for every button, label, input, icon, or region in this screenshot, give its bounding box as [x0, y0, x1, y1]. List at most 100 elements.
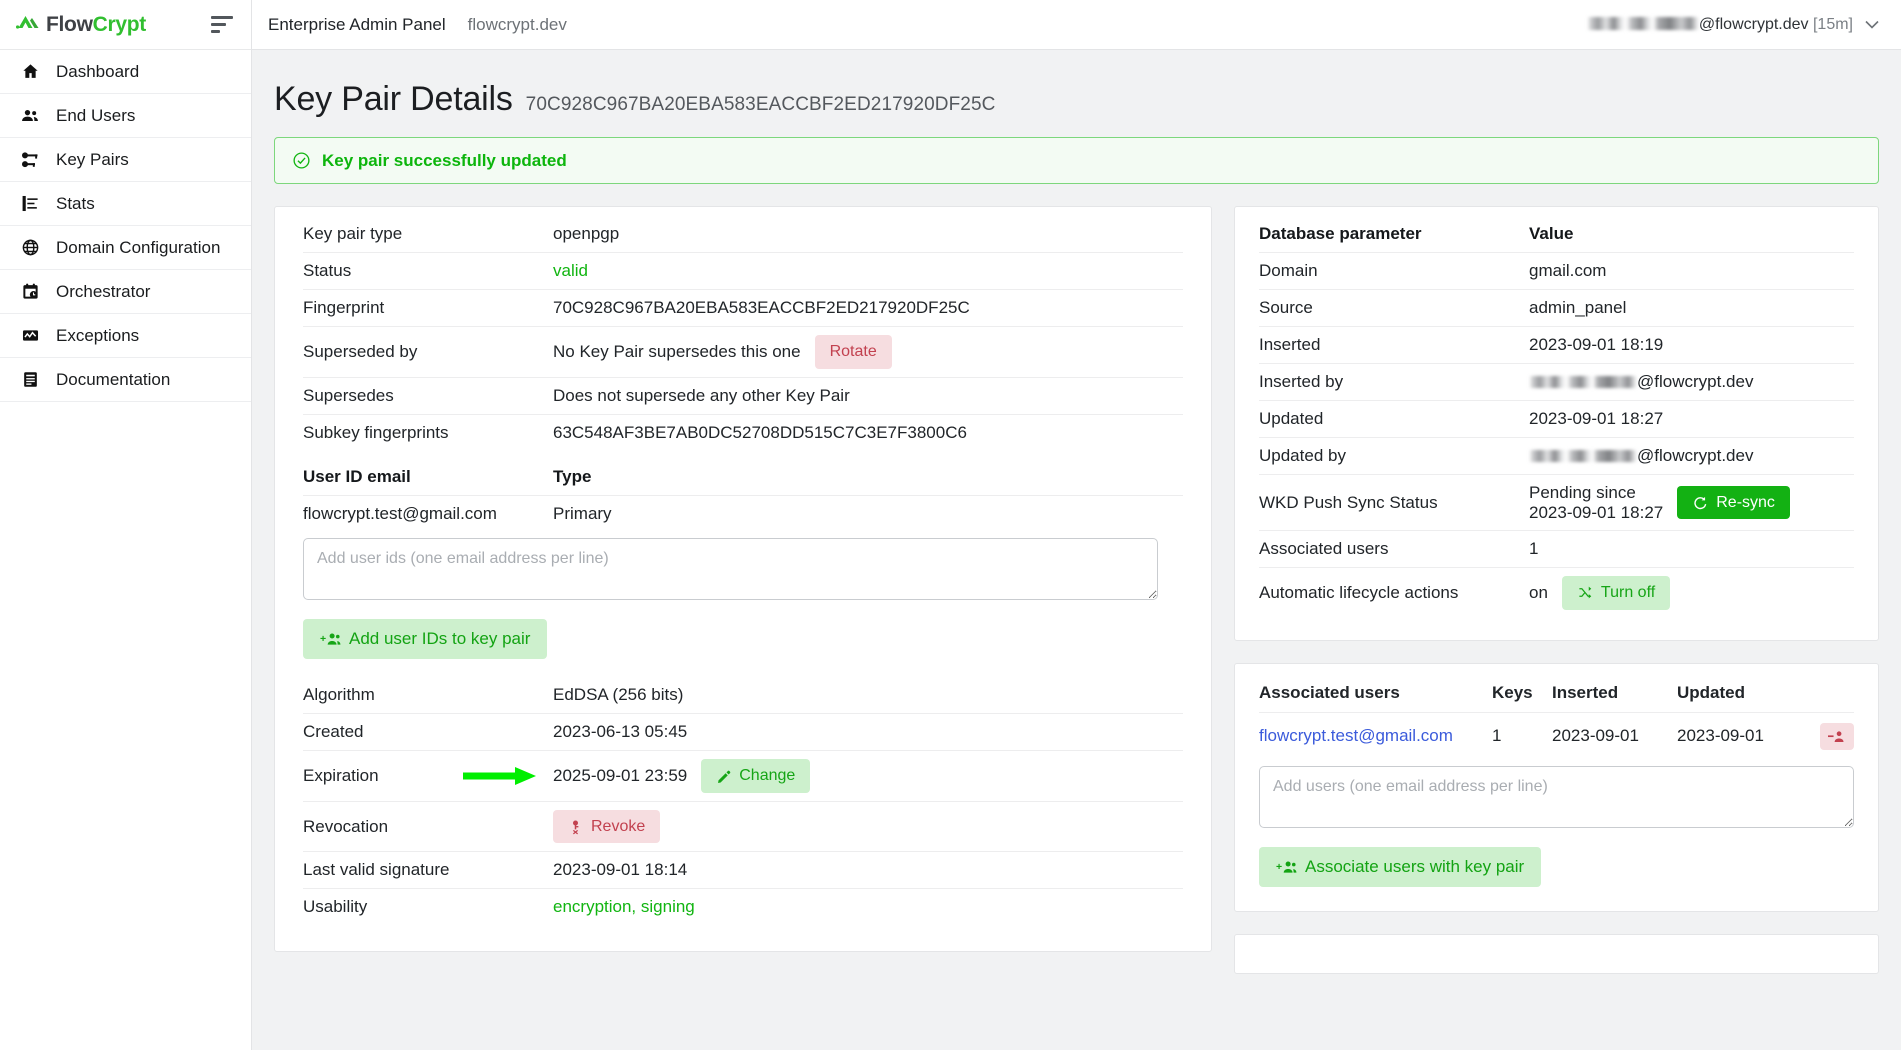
- app-title: Enterprise Admin Panel: [268, 14, 446, 34]
- database-header-row: Database parameter Value: [1259, 216, 1854, 253]
- sidebar-item-label: Dashboard: [56, 61, 140, 81]
- label-superseded-by: Superseded by: [303, 341, 418, 361]
- flowcrypt-logo[interactable]: FlowCrypt: [16, 13, 146, 37]
- associated-users-header-row: Associated users Keys Inserted Updated: [1259, 672, 1854, 713]
- label-associated-users-count: Associated users: [1259, 539, 1389, 559]
- label-revocation: Revocation: [303, 816, 389, 836]
- header-database-parameter: Database parameter: [1259, 216, 1529, 253]
- chevron-down-icon[interactable]: [1865, 17, 1879, 32]
- value-subkey-fingerprints: 63C548AF3BE7AB0DC52708DD515C7C3E7F3800C6: [553, 422, 967, 442]
- value-wkd-cell: Pending since 2023-09-01 18:27 Re-sync: [1529, 475, 1854, 531]
- expiration-inline: 2025-09-01 23:59 Change: [553, 759, 1183, 793]
- burger-line-2: [211, 23, 226, 26]
- remove-user-button[interactable]: [1820, 722, 1854, 750]
- user-menu[interactable]: @flowcrypt.dev [15m]: [1586, 16, 1879, 34]
- sidebar-item-end-users[interactable]: End Users: [0, 94, 251, 138]
- add-user-ids-textarea[interactable]: [303, 537, 1158, 600]
- associated-users-card: Associated users Keys Inserted Updated f…: [1234, 662, 1879, 913]
- label-fingerprint: Fingerprint: [303, 298, 385, 317]
- lifecycle-inline: on Turn off: [1529, 576, 1854, 610]
- sidebar-item-orchestrator[interactable]: Orchestrator: [0, 270, 251, 314]
- success-alert: Key pair successfully updated: [274, 137, 1879, 184]
- row-revocation: Revocation Revoke: [303, 801, 1183, 852]
- sidebar-item-domain-configuration[interactable]: Domain Configuration: [0, 226, 251, 270]
- logo-flow-text: Flow: [46, 12, 93, 36]
- associated-user-keys: 1: [1492, 726, 1502, 746]
- turn-off-lifecycle-label: Turn off: [1600, 584, 1656, 602]
- user-id-type: Primary: [553, 503, 612, 523]
- sidebar-item-label: Exceptions: [56, 325, 140, 345]
- burger-line-3: [211, 30, 220, 33]
- flowcrypt-mark-icon: [16, 14, 42, 36]
- remove-user-icon: [1828, 729, 1846, 744]
- sidebar-item-stats[interactable]: Stats: [0, 182, 251, 226]
- value-lifecycle: on: [1529, 582, 1548, 602]
- user-id-row: flowcrypt.test@gmail.com Primary: [303, 495, 1183, 532]
- row-inserted-by: Inserted by @flowcrypt.dev: [1259, 364, 1854, 401]
- value-superseded-by: No Key Pair supersedes this one: [553, 341, 801, 361]
- burger-line-1: [211, 16, 233, 19]
- associate-users-button[interactable]: + Associate users with key pair: [1259, 846, 1542, 888]
- user-identity: @flowcrypt.dev [15m]: [1586, 16, 1853, 34]
- label-algorithm: Algorithm: [303, 685, 375, 705]
- page-header: Key Pair Details 70C928C967BA20EBA583EAC…: [274, 50, 1879, 137]
- add-user-ids-textarea-wrap: [303, 532, 1158, 605]
- bottom-placeholder-card: [1234, 934, 1879, 975]
- document-icon: [20, 370, 40, 390]
- revoke-button[interactable]: Revoke: [553, 809, 661, 844]
- page-title: Key Pair Details: [274, 80, 513, 118]
- user-ids-header-row: User ID email Type: [303, 458, 1183, 496]
- label-domain: Domain: [1259, 261, 1318, 280]
- value-superseded-by-cell: No Key Pair supersedes this one Rotate: [553, 327, 1183, 378]
- re-sync-button[interactable]: Re-sync: [1677, 485, 1790, 520]
- value-usability: encryption, signing: [553, 897, 695, 917]
- change-expiration-button[interactable]: Change: [701, 759, 811, 793]
- row-updated: Updated 2023-09-01 18:27: [1259, 401, 1854, 438]
- redacted-updated-by-user: [1529, 450, 1637, 462]
- row-algorithm: Algorithm EdDSA (256 bits): [303, 677, 1183, 714]
- value-fingerprint: 70C928C967BA20EBA583EACCBF2ED217920DF25C: [553, 298, 970, 317]
- superseded-by-inline: No Key Pair supersedes this one Rotate: [553, 335, 1183, 369]
- main-area: Enterprise Admin Panel flowcrypt.dev @fl…: [252, 0, 1901, 1050]
- header-associated-users: Associated users: [1259, 672, 1492, 713]
- associated-user-action-cell: [1802, 712, 1854, 760]
- sidebar-toggle-icon[interactable]: [211, 13, 233, 36]
- add-users-textarea-wrap: [1259, 760, 1854, 833]
- key-pair-meta-table: Algorithm EdDSA (256 bits) Created 2023-…: [303, 677, 1183, 925]
- value-expiration: 2025-09-01 23:59: [553, 766, 688, 786]
- user-id-email: flowcrypt.test@gmail.com: [303, 503, 497, 523]
- sidebar-item-documentation[interactable]: Documentation: [0, 358, 251, 402]
- sidebar-item-label: Documentation: [56, 369, 171, 389]
- alert-message: Key pair successfully updated: [322, 150, 567, 170]
- associated-users-table: Associated users Keys Inserted Updated f…: [1259, 672, 1854, 760]
- associate-users-button-label: Associate users with key pair: [1305, 856, 1525, 876]
- rotate-button[interactable]: Rotate: [814, 335, 892, 369]
- associated-user-updated: 2023-09-01: [1677, 726, 1764, 746]
- add-users-textarea[interactable]: [1259, 765, 1854, 828]
- sidebar-item-exceptions[interactable]: Exceptions: [0, 314, 251, 358]
- sidebar-item-dashboard[interactable]: Dashboard: [0, 50, 251, 94]
- associated-user-email-link[interactable]: flowcrypt.test@gmail.com: [1259, 726, 1453, 745]
- add-users-icon: +: [320, 631, 341, 647]
- add-user-ids-button[interactable]: + Add user IDs to key pair: [303, 618, 548, 660]
- row-inserted: Inserted 2023-09-01 18:19: [1259, 327, 1854, 364]
- row-expiration: Expiration 2025-09-01 23:59 Change: [303, 751, 1183, 802]
- row-fingerprint: Fingerprint 70C928C967BA20EBA583EACCBF2E…: [303, 290, 1183, 327]
- topbar: Enterprise Admin Panel flowcrypt.dev @fl…: [252, 0, 1901, 50]
- app-domain: flowcrypt.dev: [467, 14, 567, 34]
- sidebar-item-key-pairs[interactable]: Key Pairs: [0, 138, 251, 182]
- change-expiration-label: Change: [739, 767, 796, 785]
- label-updated-by: Updated by: [1259, 446, 1346, 465]
- header-inserted: Inserted: [1552, 672, 1677, 713]
- sidebar-nav: Dashboard End Users Key Pairs Stats Doma…: [0, 50, 251, 402]
- value-supersedes: Does not supersede any other Key Pair: [553, 385, 850, 405]
- associate-users-button-wrap: + Associate users with key pair: [1259, 833, 1854, 890]
- row-subkey-fingerprints: Subkey fingerprints 63C548AF3BE7AB0DC527…: [303, 414, 1183, 451]
- key-pair-details-table: Key pair type openpgp Status valid Finge…: [303, 216, 1183, 451]
- row-supersedes: Supersedes Does not supersede any other …: [303, 377, 1183, 415]
- value-updated: 2023-09-01 18:27: [1529, 409, 1664, 428]
- re-sync-button-label: Re-sync: [1716, 493, 1775, 511]
- turn-off-lifecycle-button[interactable]: Turn off: [1561, 576, 1671, 610]
- row-domain: Domain gmail.com: [1259, 253, 1854, 290]
- chart-icon: [20, 194, 40, 214]
